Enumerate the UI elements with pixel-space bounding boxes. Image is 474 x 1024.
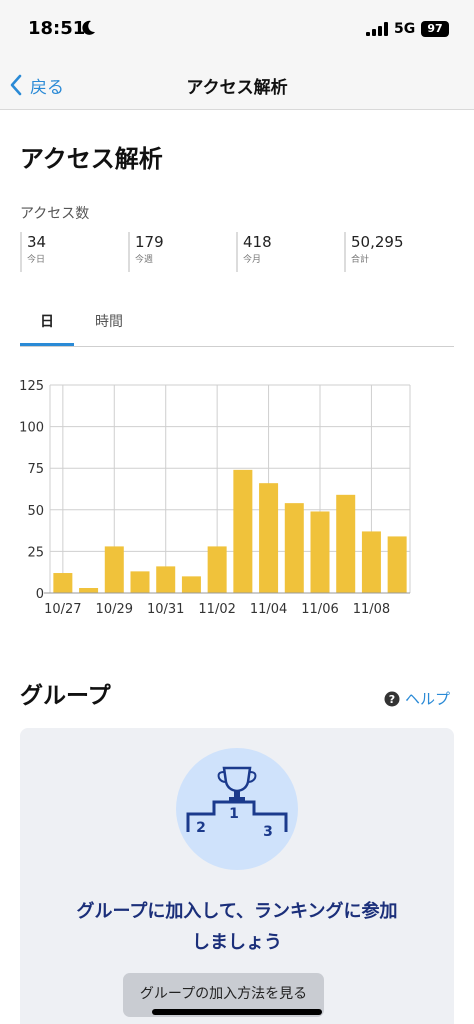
help-link[interactable]: ? ヘルプ — [384, 688, 450, 709]
stat-total: 50,295 合計 — [344, 232, 404, 272]
chart-bar — [156, 566, 176, 593]
chart-bar — [79, 588, 99, 593]
stat-label: 合計 — [351, 255, 370, 265]
stat-value: 50,295 — [351, 233, 404, 251]
bar-chart: 0 25 50 75 100 125 10/27 10/29 10/31 11/02 11/04 11… — [19, 379, 411, 617]
stat-week: 179 今週 — [128, 232, 164, 272]
chart-bar — [361, 531, 381, 593]
help-label: ヘルプ — [405, 690, 451, 708]
chart-bar — [207, 546, 227, 593]
signal-icon — [366, 22, 388, 36]
stat-today: 34 今日 — [20, 232, 46, 272]
chart-bar — [259, 483, 279, 593]
stat-label: 今週 — [135, 255, 154, 265]
podium-trophy-icon: 1 2 3 — [186, 766, 288, 840]
chart-bar — [336, 494, 356, 593]
navigation-bar: 戻る アクセス解析 — [0, 60, 474, 110]
y-tick-label: 50 — [27, 504, 44, 519]
stat-month: 418 今月 — [236, 232, 272, 272]
x-tick-label: 11/08 — [353, 602, 390, 617]
stat-value: 418 — [243, 233, 272, 251]
tab-hour[interactable]: 時間 — [82, 300, 136, 346]
y-tick-label: 75 — [27, 462, 44, 477]
x-tick-label: 10/27 — [44, 602, 81, 617]
chart-bar — [387, 536, 407, 593]
x-tick-label: 11/04 — [250, 602, 287, 617]
y-tick-label: 25 — [27, 545, 44, 560]
stat-value: 34 — [27, 233, 47, 251]
cta-line-2: しましょう — [192, 932, 282, 953]
chart-bar — [284, 503, 304, 593]
home-indicator[interactable] — [152, 1009, 322, 1015]
y-tick-label: 125 — [19, 379, 44, 394]
chart-bar — [130, 571, 150, 593]
stat-label: 今日 — [27, 255, 46, 265]
stat-value: 179 — [135, 233, 164, 251]
podium-number: 3 — [263, 824, 273, 840]
status-bar: 18:51 5G 97 — [0, 0, 474, 60]
chart-tabs: 日 時間 — [20, 300, 454, 347]
x-tick-label: 10/29 — [96, 602, 133, 617]
group-title: グループ — [20, 683, 111, 709]
battery-icon: 97 — [421, 21, 449, 37]
status-time: 18:51 — [28, 18, 86, 39]
chart-bar — [233, 469, 253, 593]
nav-title: アクセス解析 — [186, 78, 288, 98]
x-tick-label: 11/02 — [198, 602, 235, 617]
podium-number: 1 — [229, 806, 239, 822]
y-tick-label: 100 — [19, 421, 44, 436]
podium-number: 2 — [196, 820, 206, 836]
access-count-label: アクセス数 — [20, 206, 90, 222]
svg-text:?: ? — [389, 693, 395, 706]
access-chart: 0 25 50 75 100 125 10/27 10/29 10/31 11/02 11/04 11… — [0, 372, 474, 622]
group-cta-text: グループに加入して、ランキングに参加 しましょう — [40, 896, 434, 958]
chart-bar — [310, 511, 330, 593]
y-tick-label: 0 — [36, 587, 44, 602]
network-label: 5G — [394, 21, 416, 37]
chart-bar — [104, 546, 124, 593]
cta-line-1: グループに加入して、ランキングに参加 — [76, 901, 398, 922]
x-tick-label: 10/31 — [147, 602, 184, 617]
help-icon: ? — [384, 691, 400, 706]
page-title: アクセス解析 — [20, 145, 163, 173]
group-card: 1 2 3 グループに加入して、ランキングに参加 しましょう グループの加入方法… — [20, 728, 454, 1024]
tab-day[interactable]: 日 — [20, 300, 74, 346]
stat-label: 今月 — [243, 255, 262, 265]
moon-icon — [82, 20, 95, 35]
chart-bar — [181, 576, 201, 593]
x-tick-label: 11/06 — [301, 602, 338, 617]
trophy-circle: 1 2 3 — [176, 748, 298, 870]
chart-bar — [53, 573, 73, 593]
